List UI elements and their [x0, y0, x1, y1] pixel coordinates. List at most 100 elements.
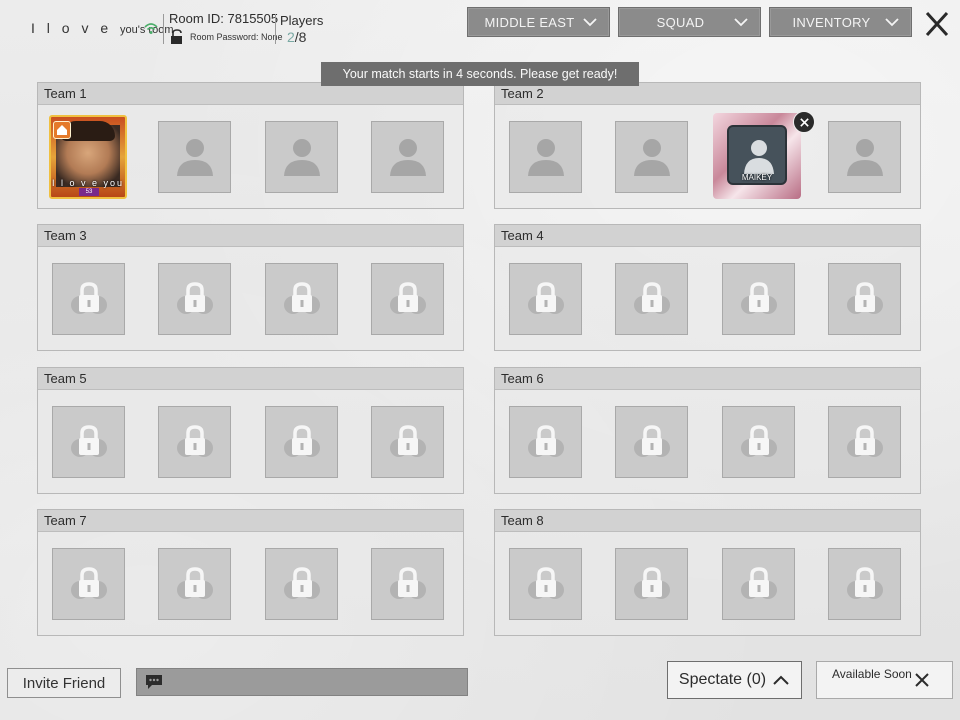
locked-slot[interactable]: [615, 406, 688, 478]
team-label: Team 5: [38, 368, 463, 390]
kick-player-button[interactable]: [793, 111, 815, 133]
players-count: 2/8: [287, 29, 306, 45]
locked-slot[interactable]: [371, 548, 444, 620]
spectate-button[interactable]: Spectate (0): [667, 661, 802, 699]
person-icon: [389, 139, 426, 176]
locked-slot[interactable]: [158, 263, 231, 335]
players-current: 2: [287, 29, 295, 45]
empty-slot[interactable]: [371, 121, 444, 193]
team-3: Team 3: [37, 224, 464, 351]
person-icon: [176, 139, 213, 176]
player-name: I l o v e you: [51, 178, 125, 188]
players-total: /8: [294, 29, 307, 45]
person-icon: [846, 139, 883, 176]
empty-slot[interactable]: [615, 121, 688, 193]
locked-slot[interactable]: [722, 406, 795, 478]
lock-icon: [176, 425, 213, 457]
lock-icon: [740, 425, 777, 457]
locked-slot[interactable]: [828, 548, 901, 620]
lock-icon: [389, 567, 426, 599]
wifi-icon: [144, 23, 158, 34]
chevron-up-icon: [773, 675, 789, 685]
team-label: Team 4: [495, 225, 920, 247]
lock-icon: [283, 567, 320, 599]
empty-slot[interactable]: [158, 121, 231, 193]
lock-icon: [846, 282, 883, 314]
close-icon[interactable]: [913, 671, 931, 689]
empty-slot[interactable]: [265, 121, 338, 193]
close-icon[interactable]: [920, 8, 954, 40]
locked-slot[interactable]: [158, 406, 231, 478]
inventory-dropdown-label: INVENTORY: [792, 14, 871, 30]
empty-slot[interactable]: [828, 121, 901, 193]
locked-slot[interactable]: [722, 263, 795, 335]
player-name: MAIKEY: [741, 173, 773, 182]
locked-slot[interactable]: [52, 406, 125, 478]
locked-slot[interactable]: [52, 263, 125, 335]
available-soon-panel: Available Soon: [816, 661, 953, 699]
person-icon: [744, 140, 774, 174]
locked-slot[interactable]: [509, 263, 582, 335]
lock-icon: [633, 425, 670, 457]
home-icon: [53, 121, 71, 139]
locked-slot[interactable]: [265, 548, 338, 620]
team-7: Team 7: [37, 509, 464, 636]
map-dropdown[interactable]: MIDDLE EAST: [467, 7, 610, 37]
locked-slot[interactable]: [265, 263, 338, 335]
team-label: Team 3: [38, 225, 463, 247]
lock-icon: [389, 282, 426, 314]
lock-icon: [283, 282, 320, 314]
lock-icon: [176, 567, 213, 599]
chat-input[interactable]: [136, 668, 468, 696]
locked-slot[interactable]: [509, 406, 582, 478]
available-soon-label: Available Soon: [832, 667, 912, 681]
locked-slot[interactable]: [509, 548, 582, 620]
locked-slot[interactable]: [828, 406, 901, 478]
lock-icon: [389, 425, 426, 457]
person-icon: [633, 139, 670, 176]
lock-icon: [633, 282, 670, 314]
lock-icon: [527, 567, 564, 599]
players-label: Players: [280, 13, 324, 28]
lock-icon: [283, 425, 320, 457]
team-label: Team 7: [38, 510, 463, 532]
lock-icon: [70, 567, 107, 599]
inventory-dropdown[interactable]: INVENTORY: [769, 7, 912, 37]
match-countdown-notice: Your match starts in 4 seconds. Please g…: [321, 62, 639, 86]
chevron-down-icon: [734, 18, 748, 27]
lock-icon: [740, 567, 777, 599]
player-avatar[interactable]: I l o v e you 53: [49, 115, 127, 199]
close-icon: [799, 117, 809, 127]
lock-icon: [633, 567, 670, 599]
team-1: Team 1 I l o v e you 53: [37, 82, 464, 209]
lock-icon: [846, 567, 883, 599]
team-8: Team 8: [494, 509, 921, 636]
mode-dropdown-label: SQUAD: [656, 14, 705, 30]
team-label: Team 2: [495, 83, 920, 105]
person-icon: [527, 139, 564, 176]
locked-slot[interactable]: [722, 548, 795, 620]
team-4: Team 4: [494, 224, 921, 351]
locked-slot[interactable]: [52, 548, 125, 620]
locked-slot[interactable]: [828, 263, 901, 335]
locked-slot[interactable]: [158, 548, 231, 620]
header-divider: [275, 14, 276, 44]
locked-slot[interactable]: [371, 263, 444, 335]
locked-slot[interactable]: [265, 406, 338, 478]
lock-icon: [527, 425, 564, 457]
header-divider: [163, 14, 164, 44]
chat-icon: [146, 675, 162, 689]
locked-slot[interactable]: [615, 263, 688, 335]
invite-friend-button[interactable]: Invite Friend: [7, 668, 121, 698]
room-password: Room Password: None: [190, 32, 283, 42]
team-5: Team 5: [37, 367, 464, 494]
empty-slot[interactable]: [509, 121, 582, 193]
player-avatar[interactable]: MAIKEY: [713, 111, 815, 199]
locked-slot[interactable]: [615, 548, 688, 620]
player-level: 53: [79, 188, 99, 196]
room-id: Room ID: 7815505: [169, 11, 279, 26]
team-label: Team 1: [38, 83, 463, 105]
mode-dropdown[interactable]: SQUAD: [618, 7, 761, 37]
lock-icon: [740, 282, 777, 314]
locked-slot[interactable]: [371, 406, 444, 478]
